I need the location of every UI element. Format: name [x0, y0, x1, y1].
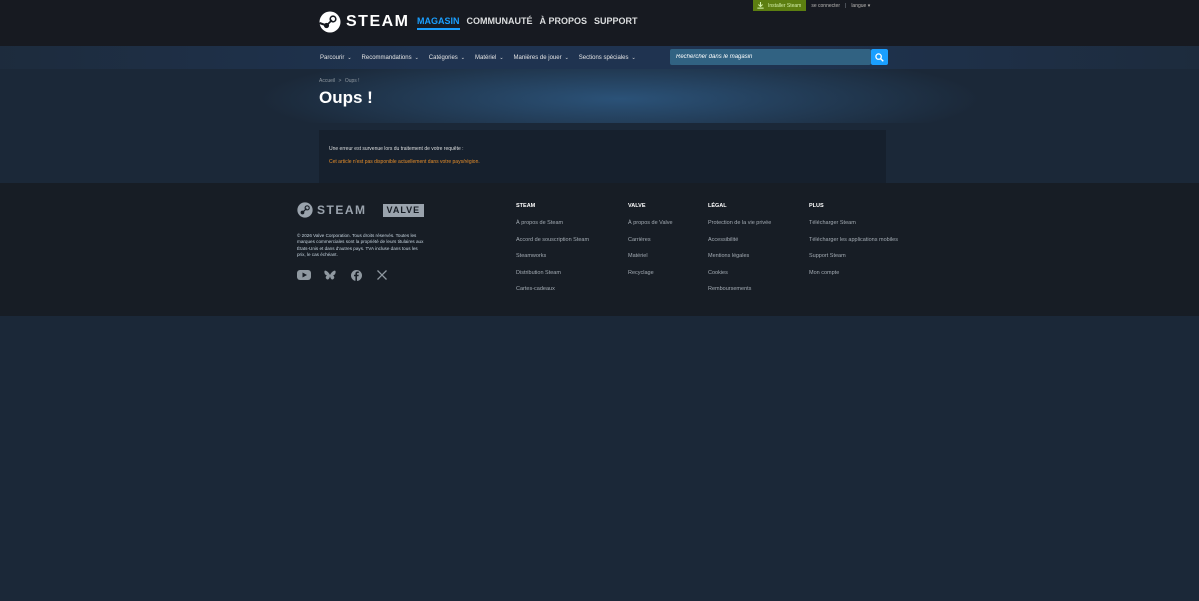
search-icon — [875, 52, 884, 62]
chevron-down-icon: ⌄ — [564, 54, 569, 61]
footer-link[interactable]: Protection de la vie privée — [708, 220, 771, 226]
store-nav-label: Manières de jouer — [513, 54, 562, 61]
store-nav-bar: Parcourir ⌄ Recommandations ⌄ Catégories… — [0, 46, 1199, 69]
breadcrumb-current[interactable]: Oups ! — [345, 78, 360, 84]
footer-link[interactable]: Steamworks — [516, 253, 589, 259]
footer-column-title: VALVE — [628, 203, 646, 209]
main-nav: MAGASIN COMMUNAUTÉ À PROPOS SUPPORT — [417, 16, 645, 30]
chevron-down-icon: ⌄ — [460, 54, 465, 61]
footer-link[interactable]: Carrières — [628, 237, 673, 243]
x-icon[interactable] — [375, 269, 389, 281]
store-nav-special-sections[interactable]: Sections spéciales ⌄ — [579, 55, 636, 61]
steam-logo-icon — [297, 202, 313, 218]
store-nav-hardware[interactable]: Matériel ⌄ — [475, 55, 504, 61]
chevron-down-icon: ▾ — [867, 2, 871, 9]
footer-link[interactable]: Remboursements — [708, 286, 771, 292]
footer-link[interactable]: Cookies — [708, 270, 771, 276]
youtube-icon[interactable] — [297, 269, 311, 281]
error-detail: Cet article n'est pas disponible actuell… — [329, 159, 480, 165]
bluesky-icon[interactable] — [323, 269, 337, 281]
install-steam-button[interactable]: Installer Steam — [753, 0, 807, 11]
install-steam-label: Installer Steam — [768, 2, 802, 9]
download-icon — [757, 2, 764, 9]
store-nav-recommendations[interactable]: Recommandations ⌄ — [362, 55, 419, 61]
footer-link[interactable]: Matériel — [628, 253, 673, 259]
header-separator: | — [845, 2, 847, 9]
steam-logo-text: STEAM — [346, 13, 410, 30]
footer-link[interactable]: À propos de Steam — [516, 220, 589, 226]
breadcrumb: Accueil > Oups ! — [319, 78, 360, 84]
footer-column-steam: STEAM À propos de Steam Accord de souscr… — [516, 203, 589, 303]
valve-logo: VALVE — [382, 203, 425, 217]
nav-store[interactable]: MAGASIN — [417, 16, 460, 30]
store-nav-label: Matériel — [475, 54, 497, 61]
store-nav-ways-to-play[interactable]: Manières de jouer ⌄ — [514, 55, 569, 61]
language-dropdown[interactable]: langue ▾ — [851, 3, 870, 9]
footer-column-title: PLUS — [809, 203, 824, 209]
page-title: Oups ! — [319, 88, 373, 107]
page-header-banner — [0, 69, 1199, 123]
steam-logo-icon — [319, 11, 341, 33]
footer-link[interactable]: Télécharger Steam — [809, 220, 898, 226]
store-nav-label: Catégories — [428, 54, 458, 61]
footer-column-valve: VALVE À propos de Valve Carrières Matéri… — [628, 203, 673, 286]
chevron-down-icon: ⌄ — [631, 54, 636, 61]
footer-column-title: LÉGAL — [708, 203, 727, 209]
copyright-text: © 2026 Valve Corporation. Tous droits ré… — [297, 233, 424, 257]
language-label: langue — [851, 2, 867, 9]
facebook-icon[interactable] — [349, 269, 363, 281]
nav-community[interactable]: COMMUNAUTÉ — [467, 16, 533, 30]
error-panel: Une erreur est survenue lors du traiteme… — [319, 130, 886, 183]
footer-link[interactable]: Mon compte — [809, 270, 898, 276]
footer-column-plus: PLUS Télécharger Steam Télécharger les a… — [809, 203, 898, 286]
footer-column-legal: LÉGAL Protection de la vie privée Access… — [708, 203, 771, 303]
footer-link[interactable]: Cartes-cadeaux — [516, 286, 589, 292]
footer — [0, 183, 1199, 316]
footer-link[interactable]: Télécharger les applications mobiles — [809, 237, 898, 243]
footer-link[interactable]: Accessibilité — [708, 237, 771, 243]
footer-link[interactable]: À propos de Valve — [628, 220, 673, 226]
top-actions: Installer Steam se connecter | langue ▾ — [753, 0, 870, 11]
footer-link[interactable]: Accord de souscription Steam — [516, 237, 589, 243]
footer-link[interactable]: Support Steam — [809, 253, 898, 259]
chevron-down-icon: ⌄ — [347, 54, 352, 61]
store-nav-label: Parcourir — [320, 54, 345, 61]
steam-logo[interactable]: STEAM — [319, 11, 410, 33]
footer-link[interactable]: Distribution Steam — [516, 270, 589, 276]
footer-column-title: STEAM — [516, 203, 536, 209]
store-nav-label: Sections spéciales — [578, 54, 629, 61]
store-nav-browse[interactable]: Parcourir ⌄ — [320, 55, 352, 61]
login-link[interactable]: se connecter — [811, 3, 840, 9]
nav-support[interactable]: SUPPORT — [594, 16, 638, 30]
footer-link[interactable]: Recyclage — [628, 270, 673, 276]
social-links — [297, 269, 401, 281]
footer-link[interactable]: Mentions légales — [708, 253, 771, 259]
error-message: Une erreur est survenue lors du traiteme… — [329, 146, 464, 152]
nav-about[interactable]: À PROPOS — [540, 16, 588, 30]
store-nav-label: Recommandations — [361, 54, 412, 61]
store-nav-categories[interactable]: Catégories ⌄ — [429, 55, 465, 61]
footer-steam-logo-text: STEAM — [317, 203, 367, 217]
search-button[interactable] — [871, 49, 888, 65]
chevron-down-icon: ⌄ — [414, 54, 419, 61]
breadcrumb-separator: > — [338, 78, 342, 84]
footer-logos: STEAM VALVE — [297, 202, 425, 218]
search-input[interactable] — [676, 52, 866, 62]
breadcrumb-home[interactable]: Accueil — [319, 78, 335, 84]
chevron-down-icon: ⌄ — [499, 54, 504, 61]
